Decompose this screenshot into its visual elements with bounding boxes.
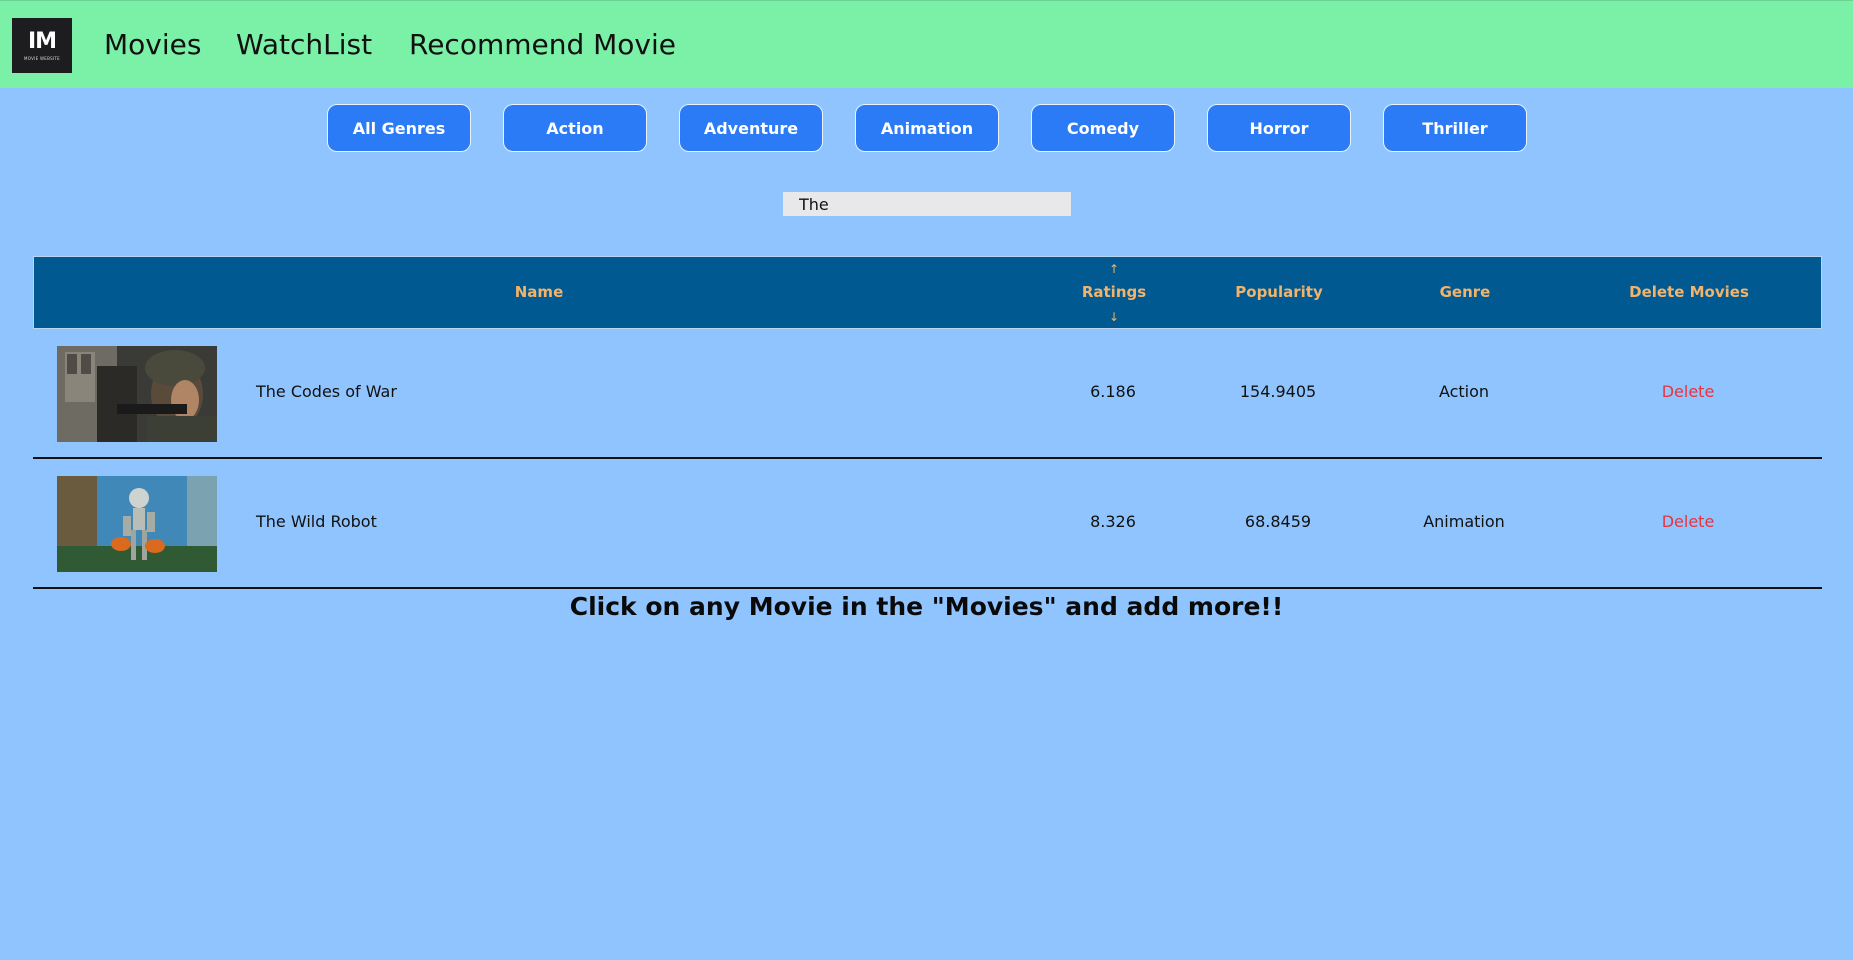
logo-text: IM [27, 28, 57, 54]
column-header-ratings[interactable]: Ratings [1082, 283, 1146, 301]
delete-button[interactable]: Delete [1662, 512, 1715, 531]
navbar: IM MOVIE WEBSITE Movies WatchList Recomm… [0, 0, 1853, 88]
genre-button-action[interactable]: Action [503, 104, 647, 152]
movie-poster-image[interactable] [57, 476, 217, 572]
movie-rating: 8.326 [1090, 512, 1136, 531]
delete-button[interactable]: Delete [1662, 382, 1715, 401]
genre-button-comedy[interactable]: Comedy [1031, 104, 1175, 152]
nav-watchlist-link[interactable]: WatchList [236, 27, 372, 63]
table-row: The Codes of War 6.186 154.9405 Action D… [33, 329, 1822, 459]
movie-name[interactable]: The Codes of War [256, 382, 397, 401]
genre-button-all[interactable]: All Genres [327, 104, 471, 152]
column-header-name: Name [514, 283, 564, 301]
column-header-delete: Delete Movies [1629, 283, 1749, 301]
sort-descending-icon[interactable]: ↓ [1109, 310, 1119, 324]
table-row: The Wild Robot 8.326 68.8459 Animation D… [33, 459, 1822, 589]
soldier-poster-graphic [57, 346, 217, 442]
genre-button-horror[interactable]: Horror [1207, 104, 1351, 152]
sort-ascending-icon[interactable]: ↑ [1109, 262, 1119, 276]
search-input[interactable] [783, 192, 1071, 216]
nav-recommend-link[interactable]: Recommend Movie [409, 27, 676, 63]
movie-poster-image[interactable] [57, 346, 217, 442]
robot-poster-graphic [57, 476, 217, 572]
watchlist-table-header: Name ↑ Ratings ↓ Popularity Genre Delete… [33, 256, 1822, 329]
movie-popularity: 154.9405 [1239, 382, 1317, 401]
site-logo[interactable]: IM MOVIE WEBSITE [12, 18, 72, 73]
logo-subtext: MOVIE WEBSITE [24, 55, 60, 61]
movie-genre: Action [1438, 382, 1490, 401]
nav-movies-link[interactable]: Movies [104, 27, 201, 63]
column-header-genre: Genre [1439, 283, 1491, 301]
movie-name[interactable]: The Wild Robot [256, 512, 377, 531]
genre-button-thriller[interactable]: Thriller [1383, 104, 1527, 152]
movie-popularity: 68.8459 [1244, 512, 1312, 531]
genre-button-adventure[interactable]: Adventure [679, 104, 823, 152]
genre-button-animation[interactable]: Animation [855, 104, 999, 152]
empty-hint-message: Click on any Movie in the "Movies" and a… [569, 592, 1284, 621]
column-header-popularity: Popularity [1235, 283, 1323, 301]
movie-rating: 6.186 [1090, 382, 1136, 401]
movie-genre: Animation [1423, 512, 1505, 531]
